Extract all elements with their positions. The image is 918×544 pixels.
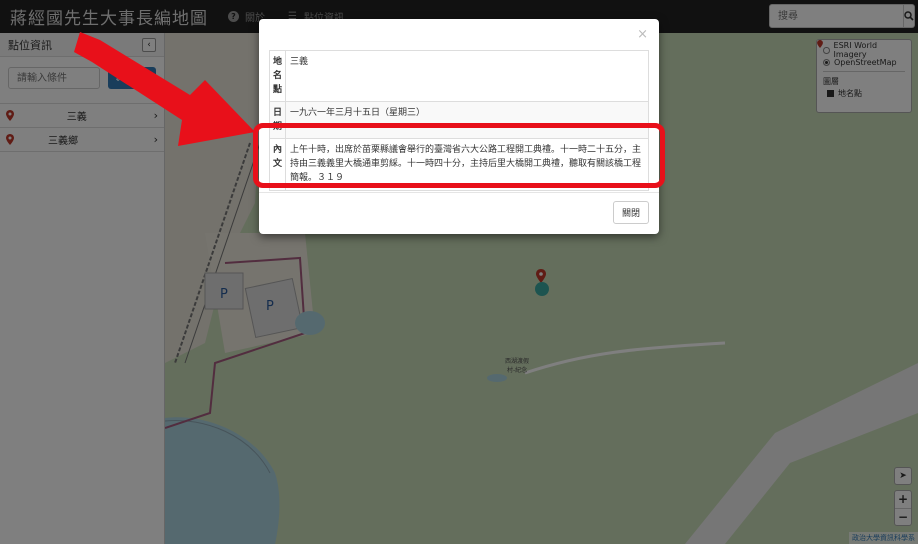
- red-highlight-annotation: [253, 123, 665, 188]
- table-row: 地名點 三義: [269, 50, 649, 102]
- row-key-text: 地名點: [272, 57, 282, 95]
- modal-footer: [259, 192, 659, 193]
- row-value: 三義: [285, 50, 649, 102]
- row-key: 地名點: [269, 50, 286, 102]
- close-icon[interactable]: ×: [637, 27, 648, 42]
- close-button[interactable]: 關閉: [613, 201, 649, 224]
